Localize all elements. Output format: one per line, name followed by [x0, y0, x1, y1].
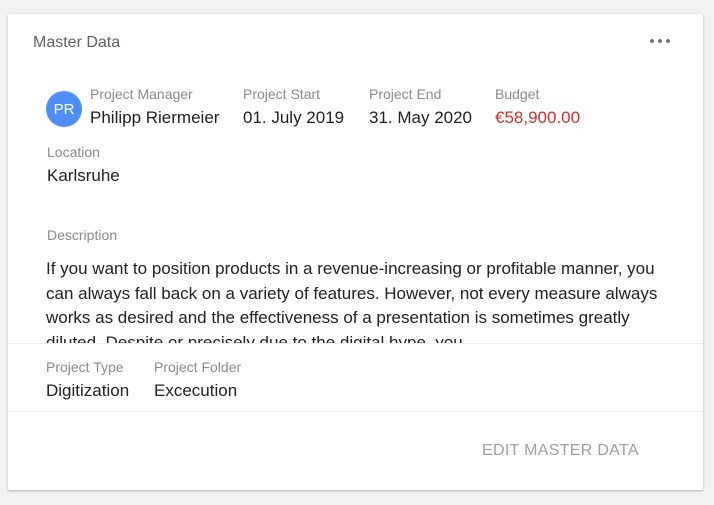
project-type-field: Project Type Digitization: [46, 359, 129, 401]
description-text: If you want to position products in a re…: [46, 259, 658, 343]
more-horizontal-icon: [650, 39, 670, 43]
edit-master-data-button[interactable]: EDIT MASTER DATA: [470, 438, 651, 464]
master-data-card: Master Data PR Project Manager Philipp R…: [8, 14, 703, 490]
description-label: Description: [47, 227, 118, 243]
budget-field: Budget €58,900.00: [495, 86, 580, 128]
location-field: Location Karlsruhe: [47, 144, 120, 186]
project-end-field: Project End 31. May 2020: [369, 86, 472, 128]
project-type-label: Project Type: [46, 359, 124, 375]
avatar: PR: [46, 91, 82, 127]
card-title: Master Data: [33, 34, 121, 51]
project-folder-label: Project Folder: [154, 359, 242, 375]
project-manager-label: Project Manager: [90, 86, 193, 102]
more-options-button[interactable]: [643, 30, 677, 52]
project-start-field: Project Start 01. July 2019: [243, 86, 344, 128]
project-end-label: Project End: [369, 86, 442, 102]
project-end-value: 31. May 2020: [369, 108, 473, 127]
project-manager-field: Project Manager Philipp Riermeier: [90, 86, 219, 128]
project-folder-value: Excecution: [154, 381, 238, 400]
location-value: Karlsruhe: [47, 166, 120, 185]
divider: [8, 411, 703, 412]
project-start-label: Project Start: [243, 86, 321, 102]
budget-value: €58,900.00: [495, 108, 581, 127]
project-start-value: 01. July 2019: [243, 108, 345, 127]
location-label: Location: [47, 144, 100, 160]
project-folder-field: Project Folder Excecution: [154, 359, 241, 401]
project-manager-value: Philipp Riermeier: [90, 108, 220, 127]
divider: [8, 343, 703, 344]
budget-label: Budget: [495, 86, 540, 102]
project-type-value: Digitization: [46, 381, 130, 400]
